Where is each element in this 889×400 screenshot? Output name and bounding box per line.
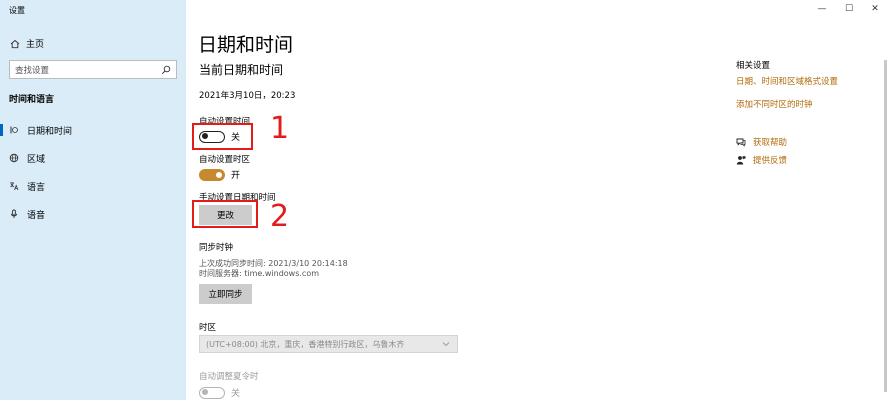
home-link[interactable]: 主页 [10,37,44,50]
feedback-label: 提供反馈 [753,156,788,166]
section-title: 时间和语言 [9,95,55,105]
feedback-icon [736,155,746,165]
sidebar-item-speech[interactable]: 语音 [0,204,186,224]
page-title: 日期和时间 [198,34,294,56]
home-label: 主页 [26,40,45,50]
feedback-link[interactable]: 提供反馈 [736,154,787,166]
toggle-knob [216,171,222,178]
sidebar-item-label: 日期和时间 [27,126,73,137]
sidebar-item-region[interactable]: 区域 [0,148,186,168]
auto-zone-toggle[interactable] [199,168,225,181]
dst-row: 关 [199,386,240,399]
get-help-label: 获取帮助 [753,138,788,148]
auto-zone-label: 自动设置时区 [199,155,251,165]
current-datetime: 2021年3月10日，20:23 [199,91,296,101]
timezone-label: 时区 [199,323,217,333]
related-settings-title: 相关设置 [736,61,771,71]
toggle-knob [202,389,208,395]
chevron-down-icon [441,339,451,349]
sidebar-item-language[interactable]: 语言 [0,176,186,196]
auto-zone-state: 开 [231,171,241,181]
microphone-icon [9,209,19,219]
time-server-text: 时间服务器: time.windows.com [199,269,320,278]
timezone-value: (UTC+08:00) 北京，重庆，香港特别行政区，乌鲁木齐 [206,339,405,349]
annotation-number-1: 1 [270,111,290,146]
annotation-box-1 [192,123,253,150]
sidebar-item-date-time[interactable]: 日期和时间 [0,120,186,140]
related-link-clocks[interactable]: 添加不同时区的时钟 [736,98,813,110]
maximize-button[interactable]: ☐ [842,2,856,16]
close-button[interactable]: ✕ [868,2,882,16]
globe-icon [9,153,19,163]
language-icon [9,181,19,191]
get-help-link[interactable]: 获取帮助 [736,136,787,148]
sidebar-item-label: 区域 [27,154,46,165]
clock-icon [9,125,19,135]
search-input[interactable]: 查找设置 [9,60,177,79]
minimize-button[interactable]: — [815,2,829,16]
search-placeholder: 查找设置 [15,65,50,76]
related-link-format[interactable]: 日期、时间和区域格式设置 [736,75,838,87]
annotation-number-2: 2 [270,199,290,234]
scrollbar[interactable] [884,60,887,392]
chat-help-icon [736,137,746,147]
current-datetime-heading: 当前日期和时间 [199,63,284,77]
annotation-box-2 [192,200,258,228]
sidebar-item-label: 语言 [27,182,46,193]
dst-state: 关 [231,389,241,399]
dst-toggle[interactable] [199,386,225,399]
dst-label: 自动调整夏令时 [199,372,259,382]
search-icon[interactable] [161,65,171,75]
sidebar: 设置 主页 查找设置 时间和语言 日期和时间 区域 语言 语音 [0,0,186,400]
sync-clock-label: 同步时钟 [199,243,234,253]
home-icon [10,39,20,49]
app-title: 设置 [9,6,25,15]
sync-now-button[interactable]: 立即同步 [199,284,252,304]
auto-zone-row: 开 [199,168,240,181]
timezone-select[interactable]: (UTC+08:00) 北京，重庆，香港特别行政区，乌鲁木齐 [199,335,458,353]
sidebar-item-label: 语音 [27,210,46,221]
